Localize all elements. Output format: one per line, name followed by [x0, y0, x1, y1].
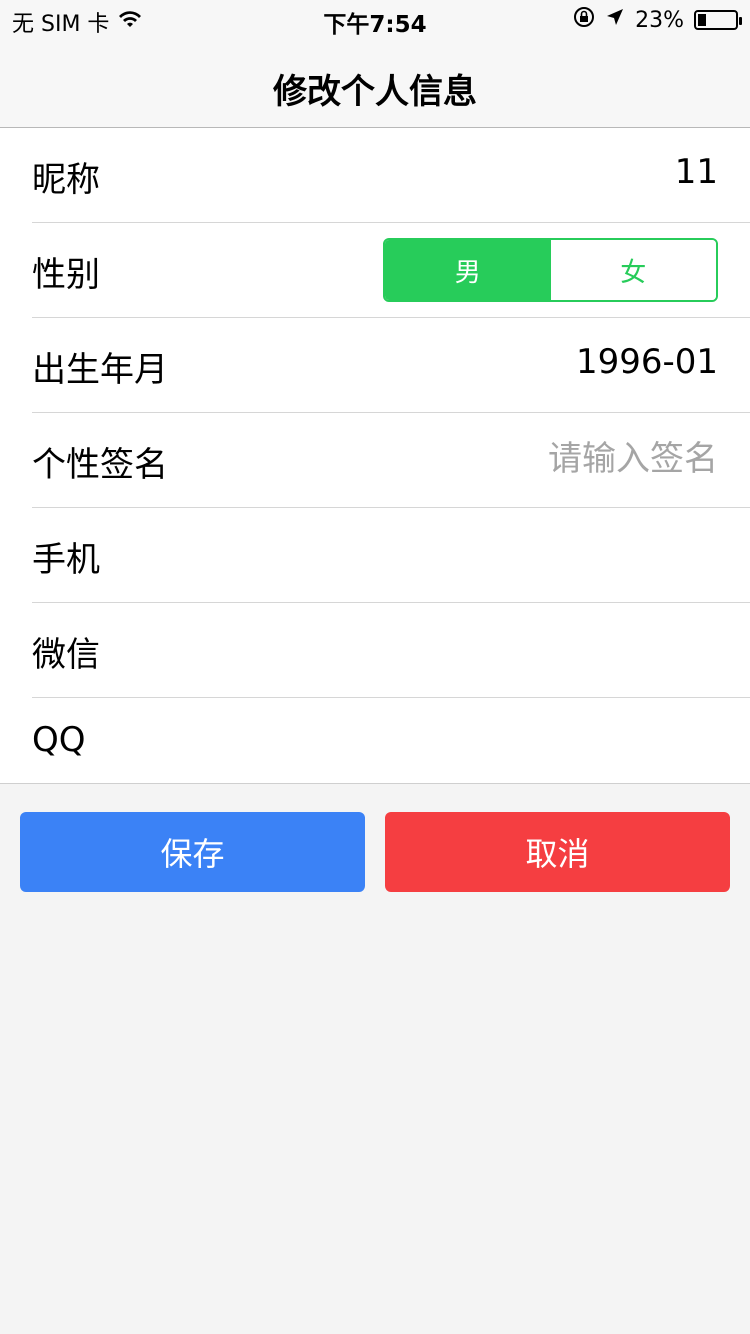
gender-row: 性别 男 女 [32, 223, 750, 318]
nickname-value[interactable]: 11 [675, 152, 718, 192]
qq-label: QQ [32, 720, 86, 760]
status-bar: 无 SIM 卡 下午7:54 23% [0, 0, 750, 40]
birth-row[interactable]: 出生年月 1996-01 [32, 318, 750, 413]
wechat-label: 微信 [32, 635, 100, 675]
location-arrow-icon [605, 7, 625, 33]
gender-option-female[interactable]: 女 [550, 240, 716, 300]
phone-label: 手机 [32, 540, 100, 580]
battery-icon [694, 10, 742, 30]
gender-option-male[interactable]: 男 [385, 240, 551, 300]
status-right: 23% [573, 6, 742, 34]
phone-input[interactable] [458, 526, 718, 582]
nickname-row[interactable]: 昵称 11 [32, 128, 750, 223]
orientation-lock-icon [573, 6, 595, 34]
qq-row: QQ [32, 698, 750, 784]
profile-form: 昵称 11 性别 男 女 出生年月 1996-01 个性签名 手机 微信 QQ [0, 128, 750, 784]
birth-value[interactable]: 1996-01 [576, 342, 718, 382]
page-title: 修改个人信息 [273, 72, 477, 112]
navigation-bar: 修改个人信息 [0, 40, 750, 128]
signature-label: 个性签名 [32, 445, 168, 485]
nickname-label: 昵称 [32, 160, 100, 200]
signature-input[interactable] [458, 431, 718, 487]
battery-percent: 23% [635, 7, 684, 33]
gender-segmented-control[interactable]: 男 女 [383, 238, 718, 302]
battery-fill [698, 14, 706, 26]
gender-label: 性别 [32, 255, 100, 295]
signature-row: 个性签名 [32, 413, 750, 508]
qq-input[interactable] [458, 712, 718, 768]
phone-row: 手机 [32, 508, 750, 603]
birth-label: 出生年月 [32, 350, 168, 390]
wechat-row: 微信 [32, 603, 750, 698]
save-button[interactable]: 保存 [20, 812, 365, 892]
wechat-input[interactable] [458, 621, 718, 677]
cancel-button[interactable]: 取消 [385, 812, 730, 892]
